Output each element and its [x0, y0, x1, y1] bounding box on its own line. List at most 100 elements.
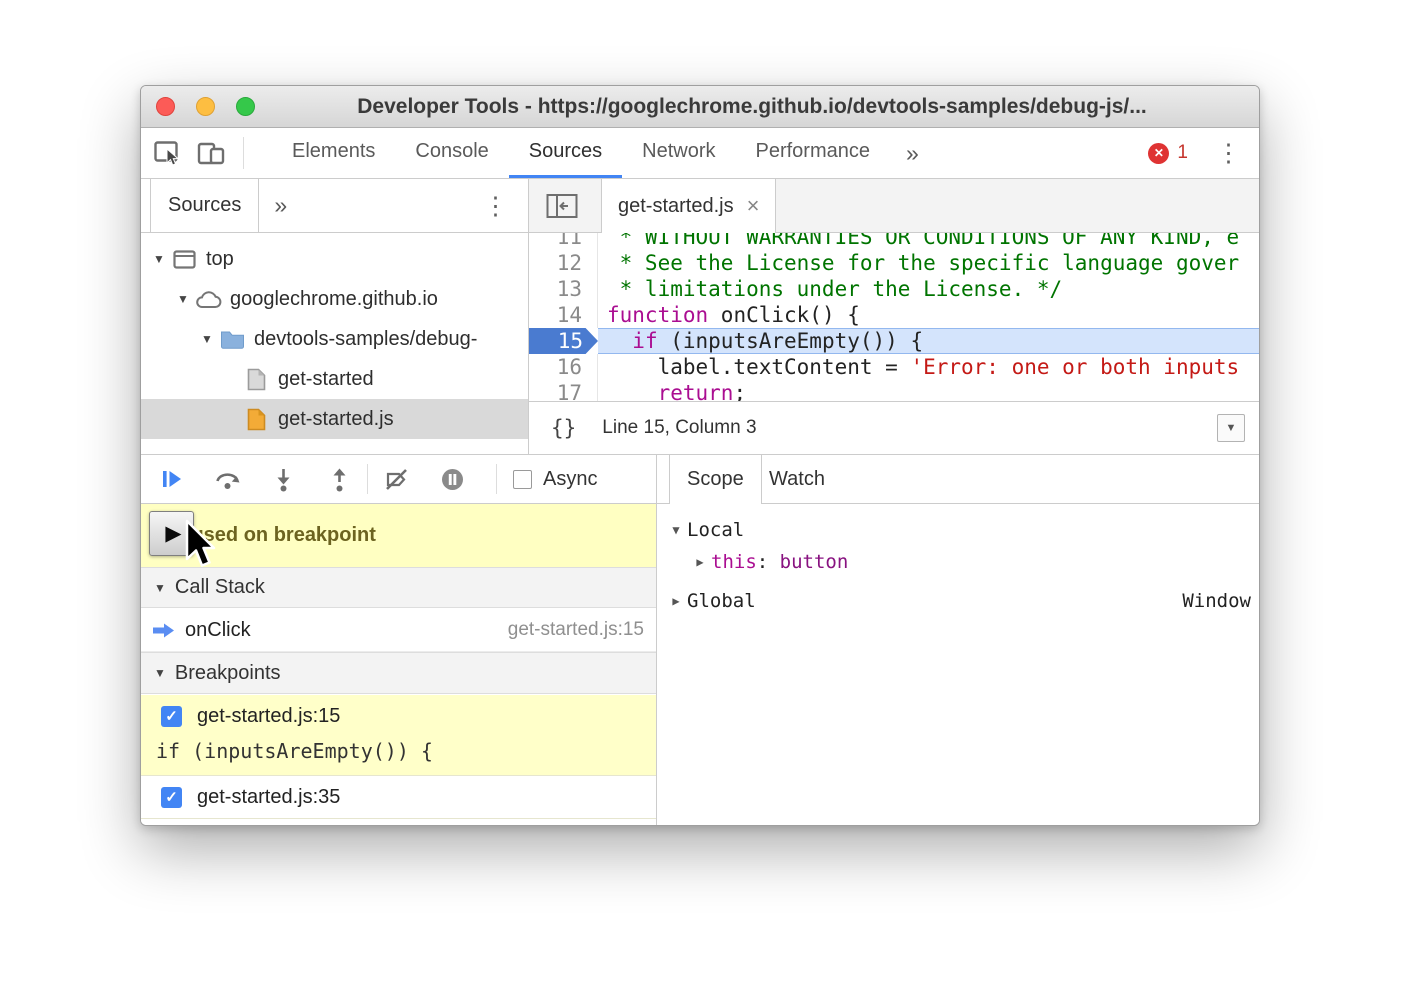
js-file-icon — [243, 407, 270, 431]
breakpoint-location: get-started.js:15 — [197, 705, 340, 728]
tab-sources-navigator[interactable]: Sources — [150, 179, 259, 232]
breakpoint-checkbox[interactable]: ✓ — [161, 706, 182, 727]
code-text: * See the License for the specific langu… — [598, 250, 1259, 276]
file-tree: ▼ top ▼googlechrome.github.io▼devtools-sam… — [141, 233, 529, 454]
code-text: if (inputsAreEmpty()) { — [598, 328, 1259, 354]
frame-icon — [171, 247, 198, 271]
code-line-13: 13 * limitations under the License. */ — [529, 276, 1259, 302]
editor-tabbar: get-started.js × — [529, 179, 1259, 233]
hide-navigator-icon[interactable] — [542, 189, 582, 223]
devtools-window: Developer Tools - https://googlechrome.g… — [140, 85, 1260, 826]
tree-item-label: top — [206, 248, 234, 271]
code-line-12: 12 * See the License for the specific la… — [529, 250, 1259, 276]
cloud-icon — [195, 287, 222, 311]
tree-item-get-started-js[interactable]: get-started.js — [141, 399, 528, 439]
line-number[interactable]: 17 — [529, 380, 598, 401]
breakpoint-entry[interactable]: ✓ get-started.js:15 if (inputsAreEmpty()) … — [141, 695, 656, 776]
tab-performance[interactable]: Performance — [736, 128, 891, 178]
navigator-menu-icon[interactable]: ⋮ — [483, 191, 528, 221]
collapse-triangle-icon[interactable]: ▼ — [154, 666, 166, 680]
code-token: 'Error: one or both inputs — [910, 355, 1239, 379]
code-text: * limitations under the License. */ — [598, 276, 1259, 302]
line-number[interactable]: 12 — [529, 250, 598, 276]
step-into-icon[interactable] — [263, 459, 303, 499]
call-stack-frame[interactable]: onClickget-started.js:15 — [141, 609, 656, 652]
code-line-11: 11 * WITHOUT WARRANTIES OR CONDITIONS OF… — [529, 233, 1259, 250]
expand-triangle-icon[interactable]: ▼ — [665, 523, 687, 537]
code-editor[interactable]: 11 * WITHOUT WARRANTIES OR CONDITIONS OF… — [529, 233, 1259, 401]
code-token: * limitations under the License. */ — [607, 277, 1062, 301]
breakpoints-list: ✓ get-started.js:15 if (inputsAreEmpty()) … — [141, 695, 656, 826]
breakpoint-entry[interactable]: ✓get-started.js:35 — [141, 776, 656, 819]
tree-item-label: get-started.js — [278, 408, 394, 431]
tab-network[interactable]: Network — [622, 128, 735, 178]
step-over-icon[interactable] — [207, 459, 247, 499]
deactivate-breakpoints-icon[interactable] — [376, 459, 416, 499]
line-number[interactable]: 14 — [529, 302, 598, 328]
scope-entry-this[interactable]: ▶this: button — [657, 547, 1260, 577]
async-checkbox[interactable] — [513, 470, 532, 489]
line-number[interactable]: 13 — [529, 276, 598, 302]
editor-tab-get-started-js[interactable]: get-started.js × — [601, 179, 776, 233]
scope-entry-local[interactable]: ▼Local — [657, 515, 1260, 545]
breakpoint-checkbox[interactable]: ✓ — [161, 787, 182, 808]
editor-status-bar: {} Line 15, Column 3 ▼ — [529, 401, 1259, 454]
current-frame-arrow-icon — [151, 621, 176, 640]
close-window-button[interactable] — [156, 97, 175, 116]
expand-triangle-icon[interactable]: ▼ — [171, 292, 195, 306]
code-token: onClick() { — [708, 303, 860, 327]
cursor-position: Line 15, Column 3 — [602, 417, 756, 439]
pause-on-exceptions-icon[interactable] — [432, 459, 472, 499]
device-toolbar-icon[interactable] — [193, 135, 229, 171]
navigator-more-tabs-chevron-icon[interactable]: » — [274, 192, 287, 219]
inspect-element-icon[interactable] — [149, 135, 185, 171]
code-token — [607, 329, 632, 353]
more-panels-chevron-icon[interactable]: » — [890, 140, 935, 167]
line-number[interactable]: 15 — [529, 328, 598, 354]
tab-sources[interactable]: Sources — [509, 128, 622, 178]
scope-variable-value: Window — [1182, 590, 1251, 612]
tab-elements[interactable]: Elements — [272, 128, 395, 178]
scope-entry-global[interactable]: ▶Global Window — [657, 586, 1260, 616]
code-token: label.textContent = — [607, 355, 910, 379]
zoom-window-button[interactable] — [236, 97, 255, 116]
mouse-cursor-icon — [183, 519, 217, 577]
code-text: return; — [598, 380, 1259, 401]
scope-tabbar: Scope Watch — [657, 455, 1260, 504]
expand-triangle-icon[interactable]: ▶ — [689, 555, 711, 569]
scope-separator: : — [757, 551, 780, 573]
pretty-print-icon[interactable]: {} — [551, 416, 576, 440]
step-out-icon[interactable] — [319, 459, 359, 499]
collapse-triangle-icon[interactable]: ▼ — [154, 581, 166, 595]
line-number[interactable]: 11 — [529, 233, 598, 250]
frame-location: get-started.js:15 — [508, 619, 644, 641]
error-badge[interactable]: ✕ 1 — [1148, 142, 1188, 164]
tab-watch[interactable]: Watch — [769, 455, 825, 504]
scope-entries: ▼Local▶this: button▶GlobalWindow — [657, 504, 1260, 826]
breakpoint-code-snippet: if (inputsAreEmpty()) { — [141, 737, 656, 775]
tree-item-googlechrome-github-io[interactable]: ▼googlechrome.github.io — [141, 279, 528, 319]
tab-console[interactable]: Console — [395, 128, 508, 178]
expand-triangle-icon[interactable]: ▶ — [665, 594, 687, 608]
breakpoints-header[interactable]: ▼ Breakpoints — [141, 652, 656, 694]
tree-item-top[interactable]: ▼ top — [141, 239, 528, 279]
expand-triangle-icon[interactable]: ▼ — [147, 252, 171, 266]
resume-script-icon[interactable] — [151, 459, 191, 499]
breakpoint-title-row: ✓ get-started.js:15 — [141, 695, 656, 737]
sources-panel-header: Sources » ⋮ — [141, 179, 529, 233]
tab-scope[interactable]: Scope — [669, 455, 762, 504]
expand-triangle-icon[interactable]: ▼ — [195, 332, 219, 346]
close-tab-icon[interactable]: × — [747, 195, 760, 217]
tree-item-get-started[interactable]: get-started — [141, 359, 528, 399]
expand-panel-icon[interactable]: ▼ — [1217, 414, 1245, 442]
scope-pane: Scope Watch ▼Local▶this: button▶GlobalWi… — [656, 454, 1260, 826]
devtools-menu-icon[interactable]: ⋮ — [1188, 138, 1259, 168]
breakpoint-title-row: ✓get-started.js:35 — [141, 776, 656, 818]
scope-variable-name: Global — [687, 590, 756, 612]
call-stack-title: Call Stack — [175, 576, 265, 599]
minimize-window-button[interactable] — [196, 97, 215, 116]
paused-message-bar: Paused on breakpoint ▶ — [141, 504, 656, 567]
line-number[interactable]: 16 — [529, 354, 598, 380]
call-stack-header[interactable]: ▼ Call Stack — [141, 567, 656, 608]
tree-item-devtools-samples-debug-[interactable]: ▼devtools-samples/debug- — [141, 319, 528, 359]
